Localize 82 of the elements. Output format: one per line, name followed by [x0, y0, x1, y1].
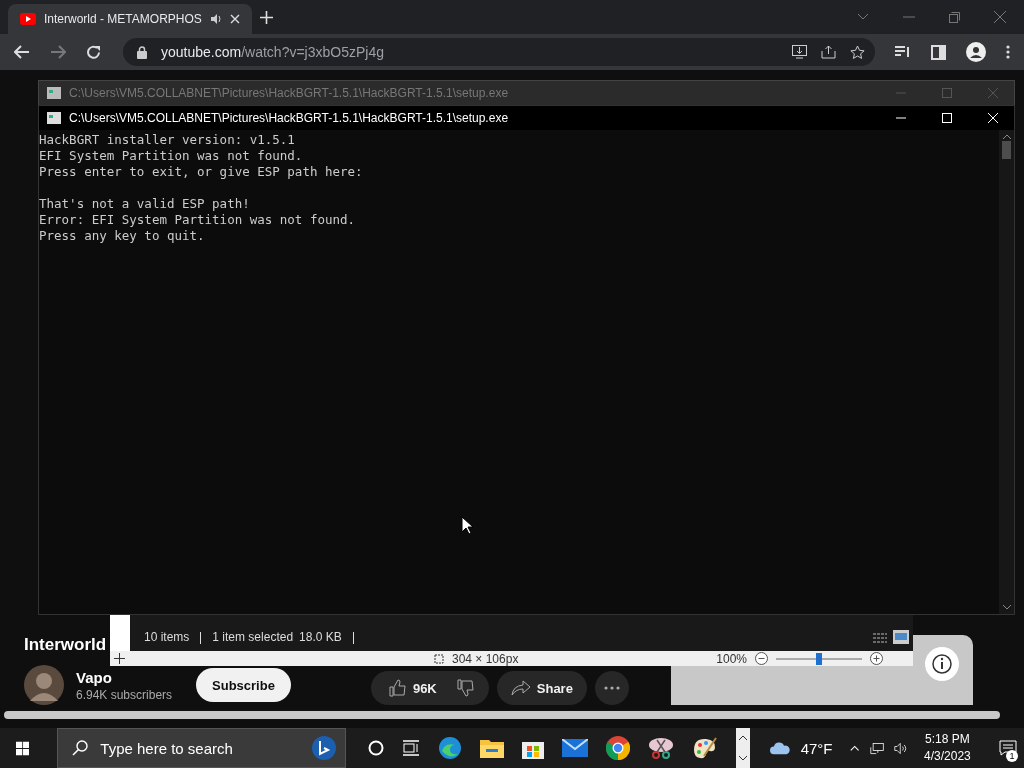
- bing-icon[interactable]: [311, 735, 338, 761]
- console-app-icon: [47, 112, 61, 124]
- subscriber-count: 6.94K subscribers: [76, 687, 173, 702]
- media-icon[interactable]: [895, 45, 911, 59]
- back-icon[interactable]: [14, 45, 30, 59]
- console-line: Press enter to exit, or give ESP path here:: [39, 164, 364, 180]
- volume-icon[interactable]: [893, 740, 908, 756]
- subscribe-button[interactable]: Subscribe: [196, 668, 291, 702]
- thumbs-down-icon[interactable]: [456, 679, 475, 697]
- window-title: C:\Users\VM5.COLLABNET\Pictures\HackBGRT-1.5.1\HackBGRT-1.5.1\setup.exe: [69, 111, 509, 125]
- share-icon[interactable]: [821, 45, 836, 59]
- details-view-icon[interactable]: [873, 632, 887, 644]
- windows-start-icon[interactable]: [16, 739, 30, 757]
- image-dimensions: 304 × 106px: [452, 651, 519, 666]
- scroll-thumb[interactable]: [1002, 141, 1011, 159]
- side-panel-icon[interactable]: [931, 44, 946, 60]
- move-icon: [114, 653, 125, 664]
- scissors-icon[interactable]: [648, 736, 675, 760]
- window-title: C:\Users\VM5.COLLABNET\Pictures\HackBGRT-1.5.1\HackBGRT-1.5.1\setup.exe: [69, 86, 509, 100]
- install-icon[interactable]: [792, 45, 807, 59]
- scroll-down-icon[interactable]: [1002, 605, 1011, 610]
- url-text: youtube.com/watch?v=j3xbO5zPj4g: [161, 44, 384, 60]
- weather-temperature[interactable]: 47°F: [800, 739, 833, 757]
- lock-icon: [137, 45, 147, 59]
- search-icon: [72, 740, 89, 756]
- channel-name[interactable]: Vapo: [76, 668, 173, 686]
- restore-icon[interactable]: [949, 11, 960, 23]
- console-line: EFI System Partition was not found.: [39, 148, 304, 164]
- scrollbar[interactable]: [4, 711, 1000, 719]
- console-line: HackBGRT installer version: v1.5.1: [39, 132, 296, 148]
- item-count: 10 items: [144, 630, 190, 644]
- tiles-view-icon[interactable]: [893, 630, 909, 644]
- profile-icon[interactable]: [966, 42, 986, 62]
- avatar: [24, 665, 64, 705]
- time: 5:18 PM: [925, 731, 970, 748]
- more-icon[interactable]: [594, 671, 629, 705]
- share-button[interactable]: Share: [496, 671, 587, 705]
- clock[interactable]: 5:18 PM 4/3/2023: [918, 731, 977, 765]
- cortana-icon[interactable]: [368, 740, 385, 756]
- console-app-icon: [47, 87, 61, 99]
- folder-icon[interactable]: [480, 738, 505, 758]
- selection-icon: [433, 653, 444, 664]
- zoom-in-icon[interactable]: [870, 652, 883, 665]
- chrome-icon[interactable]: [606, 736, 631, 760]
- new-tab-icon[interactable]: [260, 10, 273, 24]
- selection-info: 1 item selected: [212, 630, 294, 644]
- star-icon[interactable]: [850, 45, 865, 59]
- address-bar[interactable]: youtube.com/watch?v=j3xbO5zPj4g: [123, 38, 875, 66]
- video-title: Interworld: [24, 635, 107, 655]
- zoom-out-icon[interactable]: [755, 652, 768, 665]
- menu-icon[interactable]: [1006, 45, 1010, 59]
- scroll-down-icon[interactable]: [738, 755, 749, 761]
- scrollbar[interactable]: [999, 130, 1014, 614]
- edge-icon[interactable]: [438, 736, 463, 760]
- thumbs-up-icon: [388, 679, 407, 697]
- mail-icon[interactable]: [562, 739, 589, 757]
- speaker-icon[interactable]: [210, 13, 222, 25]
- console-line: That's not a valid ESP path!: [39, 196, 251, 212]
- tab-title: Interworld - METAMORPHOS: [44, 12, 202, 26]
- task-view-icon[interactable]: [402, 740, 421, 756]
- info-icon[interactable]: [924, 647, 959, 681]
- selection-size: 18.0 KB: [299, 630, 342, 644]
- browser-tab[interactable]: Interworld - METAMORPHOS: [8, 4, 252, 34]
- chevron-down-icon[interactable]: [857, 13, 869, 21]
- reload-icon[interactable]: [86, 44, 101, 60]
- search-field[interactable]: Type here to search: [57, 728, 347, 768]
- notification-count: 1: [1006, 750, 1018, 762]
- palette-icon[interactable]: [692, 736, 719, 760]
- chevron-up-icon[interactable]: [850, 744, 860, 752]
- console-line: Error: EFI System Partition was not found.: [39, 212, 357, 228]
- share-arrow-icon: [510, 680, 531, 696]
- date: 4/3/2023: [924, 748, 971, 765]
- zoom-percent: 100%: [716, 651, 747, 666]
- play-logo-icon: [20, 13, 36, 25]
- mouse-pointer-icon: [461, 516, 473, 535]
- search-input[interactable]: Type here to search: [98, 738, 302, 758]
- forward-icon[interactable]: [50, 45, 66, 59]
- cloud-icon: [770, 740, 791, 756]
- network-icon[interactable]: [869, 740, 884, 756]
- scroll-up-icon[interactable]: [1002, 134, 1011, 139]
- scroll-up-icon[interactable]: [738, 735, 749, 741]
- console-line: Press any key to quit.: [39, 228, 206, 244]
